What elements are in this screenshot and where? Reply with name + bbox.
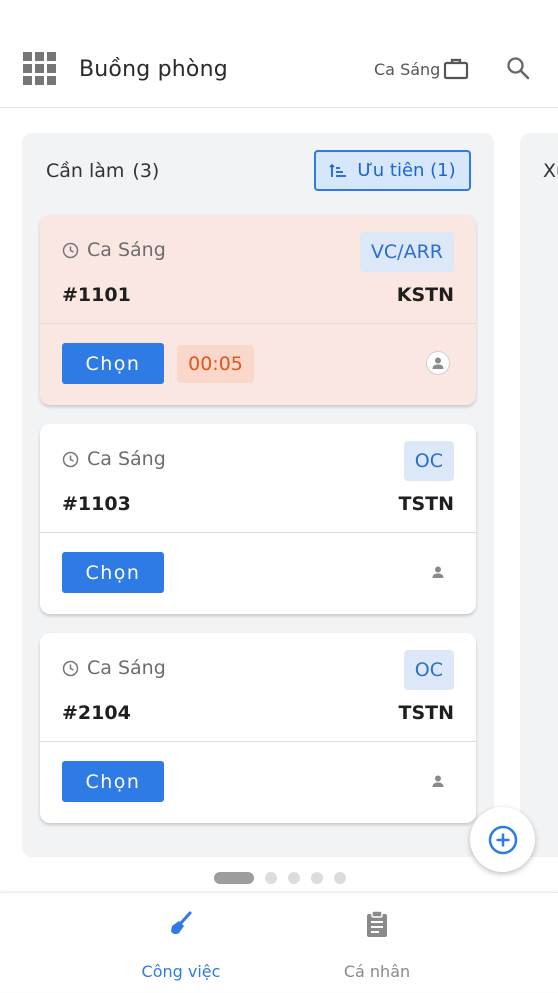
next-column-title: Xu xyxy=(543,160,558,182)
card-divider xyxy=(40,741,476,742)
clock-icon xyxy=(62,451,79,467)
priority-filter-button[interactable]: Ưu tiên (1) xyxy=(314,150,471,191)
plus-circle-icon xyxy=(488,825,517,854)
page-title: Buồng phòng xyxy=(79,57,228,82)
column-title: Cần làm (3) xyxy=(46,160,159,182)
page-indicator xyxy=(214,872,346,884)
column-count: (3) xyxy=(132,160,160,182)
page-dot[interactable] xyxy=(334,872,346,884)
clock-icon xyxy=(62,660,79,676)
page-dot[interactable] xyxy=(311,872,323,884)
briefcase-icon[interactable] xyxy=(443,56,469,82)
timer-badge: 00:05 xyxy=(177,345,254,383)
board-content: Cần làm (3) Ưu tiên (1) Ca Sáng VC/ARR #1… xyxy=(0,109,558,892)
nav-tab-personal[interactable]: Cá nhân xyxy=(237,893,517,993)
nav-tab-personal-label: Cá nhân xyxy=(343,962,411,981)
bottom-navigation: Công việc Cá nhân xyxy=(0,892,558,992)
room-type: TSTN xyxy=(398,702,454,724)
card-shift-label: Ca Sáng xyxy=(87,239,166,261)
shift-label[interactable]: Ca Sáng xyxy=(374,60,440,79)
page-dot[interactable] xyxy=(265,872,277,884)
search-icon[interactable] xyxy=(505,55,531,81)
column-title-text: Cần làm xyxy=(46,160,125,182)
priority-filter-label: Ưu tiên (1) xyxy=(357,160,456,181)
card-divider xyxy=(40,323,476,324)
broom-icon xyxy=(171,911,192,935)
card-divider xyxy=(40,532,476,533)
add-button[interactable] xyxy=(470,807,535,872)
room-type: KSTN xyxy=(396,284,454,306)
person-icon[interactable] xyxy=(426,560,450,584)
page-dot[interactable] xyxy=(288,872,300,884)
apps-grid-icon[interactable] xyxy=(23,52,56,85)
sort-priority-icon xyxy=(329,163,347,177)
room-number: #1103 xyxy=(62,493,131,515)
room-number: #1101 xyxy=(62,284,131,306)
app-header: Buồng phòng Ca Sáng xyxy=(0,0,558,108)
card-shift-label: Ca Sáng xyxy=(87,448,166,470)
todo-column: Cần làm (3) Ưu tiên (1) Ca Sáng VC/ARR #1… xyxy=(22,133,494,857)
room-card[interactable]: Ca Sáng VC/ARR #1101 KSTN Chọn 00:05 xyxy=(40,215,476,405)
card-shift-label: Ca Sáng xyxy=(87,657,166,679)
clipboard-icon xyxy=(367,910,387,937)
select-button[interactable]: Chọn xyxy=(62,343,164,384)
person-icon[interactable] xyxy=(426,769,450,793)
person-icon[interactable] xyxy=(426,351,450,375)
room-type: TSTN xyxy=(398,493,454,515)
page-dot-active[interactable] xyxy=(214,872,254,884)
status-badge: OC xyxy=(403,650,454,690)
card-shift: Ca Sáng xyxy=(62,657,166,679)
card-shift: Ca Sáng xyxy=(62,239,166,261)
status-badge: OC xyxy=(403,441,454,481)
clock-icon xyxy=(62,242,79,258)
select-button[interactable]: Chọn xyxy=(62,552,164,593)
next-column[interactable]: Xu xyxy=(520,133,558,857)
room-number: #2104 xyxy=(62,702,131,724)
select-button[interactable]: Chọn xyxy=(62,761,164,802)
status-badge: VC/ARR xyxy=(359,232,454,272)
card-shift: Ca Sáng xyxy=(62,448,166,470)
room-card[interactable]: Ca Sáng OC #1103 TSTN Chọn xyxy=(40,424,476,614)
room-card[interactable]: Ca Sáng OC #2104 TSTN Chọn xyxy=(40,633,476,823)
